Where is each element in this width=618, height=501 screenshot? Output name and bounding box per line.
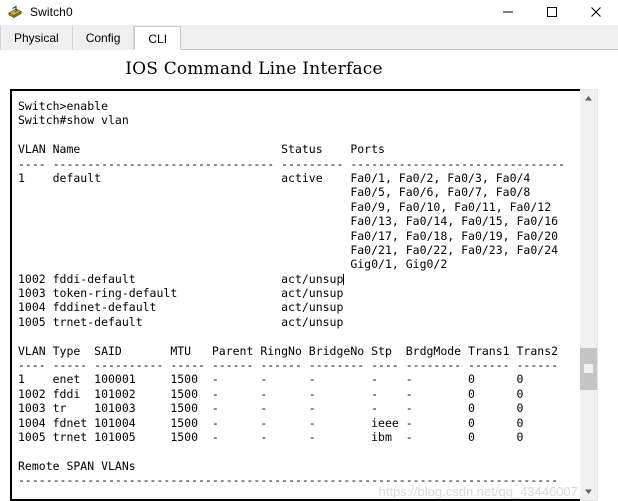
maximize-button[interactable]: [530, 0, 574, 24]
terminal-line: Switch#show vlan: [18, 113, 129, 128]
tab-config[interactable]: Config: [72, 26, 135, 50]
cli-output-text: Switch>enable Switch#show vlan VLAN Name S…: [12, 91, 580, 488]
terminal-line: Switch>enable: [18, 99, 109, 113]
minimize-button[interactable]: [486, 0, 530, 24]
terminal-line: VLAN Name Status Ports: [18, 142, 385, 157]
terminal-line: 1 default active Fa0/1, Fa0/2, Fa0/3, Fa…: [18, 170, 531, 185]
terminal-line: 1 enet 100001 1500 - - - - - 0 0: [18, 372, 524, 387]
terminal-line: Remote SPAN VLANs: [18, 458, 136, 473]
terminal-line: Fa0/21, Fa0/22, Fa0/23, Fa0/24: [18, 242, 559, 257]
tab-bar: Physical Config CLI: [0, 25, 618, 50]
page-title: IOS Command Line Interface: [125, 59, 383, 79]
terminal-line: 1003 tr 101003 1500 - - - - - 0 0: [18, 401, 524, 416]
tab-config-label: Config: [85, 31, 121, 45]
tab-cli-label: CLI: [148, 32, 168, 46]
terminal-line: 1004 fdnet 101004 1500 - - - ieee - 0 0: [18, 415, 524, 430]
terminal-line: 1004 fddinet-default act/unsup: [18, 300, 344, 315]
terminal-line: 1005 trnet-default act/unsup: [18, 314, 344, 329]
terminal-line: ----------------------------------------…: [18, 473, 559, 488]
terminal-line: ---- ----- ---------- ----- ------ -----…: [18, 358, 559, 373]
cli-output-pane[interactable]: Switch>enable Switch#show vlan VLAN Name S…: [10, 89, 580, 501]
scroll-up-arrow-icon[interactable]: [580, 90, 597, 107]
tab-physical[interactable]: Physical: [0, 26, 73, 50]
terminal-line: VLAN Type SAID MTU Parent RingNo BridgeN…: [18, 343, 559, 358]
terminal-line: 1002 fddi 101002 1500 - - - - - 0 0: [18, 386, 524, 401]
window-title: Switch0: [30, 5, 73, 19]
window-controls: [486, 0, 618, 24]
terminal-line: ---- -------------------------------- --…: [18, 156, 565, 171]
cli-terminal-area: Switch>enable Switch#show vlan VLAN Name S…: [10, 89, 598, 501]
terminal-line: Fa0/17, Fa0/18, Fa0/19, Fa0/20: [18, 228, 559, 243]
scroll-down-arrow-icon[interactable]: [580, 483, 597, 500]
scrollbar-thumb[interactable]: [580, 347, 597, 390]
window-titlebar: Switch0: [0, 0, 618, 25]
terminal-line: 1003 token-ring-default act/unsup: [18, 286, 344, 301]
scrollbar-thumb-grip: [584, 364, 593, 374]
terminal-line: Fa0/5, Fa0/6, Fa0/7, Fa0/8: [18, 185, 531, 200]
terminal-line: Fa0/13, Fa0/14, Fa0/15, Fa0/16: [18, 214, 559, 229]
terminal-line: 1002 fddi-default act/unsup: [18, 271, 345, 286]
tab-cli[interactable]: CLI: [134, 26, 182, 50]
switch-device-icon: [7, 4, 23, 20]
cli-scrollbar[interactable]: [580, 89, 598, 501]
terminal-line: Gig0/1, Gig0/2: [18, 257, 448, 272]
text-cursor: [343, 273, 345, 285]
terminal-line: 1005 trnet 101005 1500 - - - ibm - 0 0: [18, 429, 524, 444]
close-button[interactable]: [574, 0, 618, 24]
tab-physical-label: Physical: [14, 31, 59, 45]
scrollbar-track[interactable]: [580, 107, 597, 483]
terminal-line: Fa0/9, Fa0/10, Fa0/11, Fa0/12: [18, 199, 552, 214]
